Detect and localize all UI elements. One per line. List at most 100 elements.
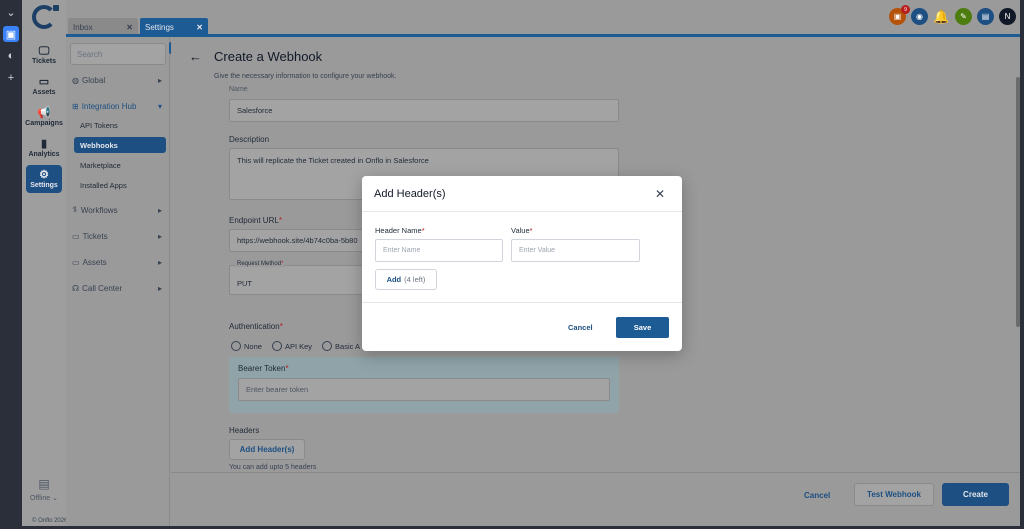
tab-label: Settings	[145, 22, 174, 32]
radio-label: None	[244, 341, 262, 351]
header-name-label: Header Name*	[375, 226, 425, 235]
plus-icon[interactable]: +	[3, 70, 19, 86]
notification-app-icon[interactable]: ▣ 9	[889, 5, 910, 25]
header-name-label-text: Header Name	[375, 226, 422, 235]
chevron-down-icon: ▾	[157, 101, 162, 111]
grid-icon: ⊞	[72, 101, 79, 111]
radio-circle	[322, 341, 333, 351]
group-label: Assets	[82, 257, 107, 267]
bell-icon[interactable]: 🔔	[933, 8, 950, 25]
value-label: Value*	[511, 226, 533, 235]
workflow-icon: ⥮	[72, 205, 78, 214]
radio-none[interactable]: None	[231, 341, 262, 351]
modal-title: Add Header(s)	[374, 188, 446, 200]
chevron-right-icon: ▸	[157, 75, 162, 85]
sidebar-item-api-tokens[interactable]: API Tokens	[74, 117, 166, 133]
monitor-icon: 🖵	[38, 44, 50, 57]
content-scrollbar[interactable]	[1016, 77, 1020, 327]
value-label-text: Value	[511, 226, 530, 235]
app-window-icon[interactable]: ▣	[3, 26, 19, 42]
desktop-icon: ▭	[72, 257, 80, 267]
outer-sidebar: ⌄ ▣ ◐ +	[0, 0, 22, 529]
auth-label-text: Authentication	[229, 322, 280, 331]
onflo-logo	[32, 5, 59, 29]
status-offline[interactable]: ▤ Offline ⌄	[28, 477, 60, 502]
sidebar-group-global[interactable]: ◍ Global ▸	[70, 71, 166, 89]
megaphone-icon: 📢	[37, 106, 51, 119]
chevron-down-icon[interactable]: ⌄	[3, 4, 19, 20]
avatar[interactable]: N	[999, 8, 1016, 25]
chat-status-icon: ▤	[38, 477, 50, 491]
sidebar-item-marketplace[interactable]: Marketplace	[74, 157, 166, 173]
modal-cancel-button[interactable]: Cancel	[568, 323, 593, 332]
sidebar-group-workflows[interactable]: ⥮ Workflows ▸	[70, 201, 166, 219]
settings-sidebar: Search ◍ Global ▸ ⊞ Integration Hub ▾ API …	[66, 37, 170, 526]
required-mark: *	[285, 364, 289, 373]
close-icon[interactable]: ✕	[126, 23, 133, 32]
bot-icon[interactable]: ◉	[911, 8, 928, 25]
search-input[interactable]: Search	[70, 43, 166, 65]
document-icon[interactable]: ▤	[977, 8, 994, 25]
nav-label: Assets	[32, 88, 56, 96]
required-mark: *	[281, 261, 284, 267]
nav-item-analytics[interactable]: ▮ Analytics	[26, 134, 62, 162]
endpoint-label-text: Endpoint URL	[229, 216, 279, 225]
test-webhook-button[interactable]: Test Webhook	[854, 483, 934, 506]
radio-circle	[231, 341, 241, 351]
add-headers-button[interactable]: Add Header(s)	[229, 439, 305, 460]
bar-chart-icon: ▮	[40, 137, 48, 150]
pencil-icon[interactable]: ✎	[955, 8, 972, 25]
bearer-token-input[interactable]: Enter bearer token	[238, 378, 610, 401]
modal-header: Add Header(s) ✕	[362, 176, 682, 212]
nav-item-settings[interactable]: ⚙ Settings	[26, 165, 62, 193]
headset-icon: ☊	[72, 283, 80, 293]
nav-label: Analytics	[28, 150, 60, 158]
group-label: Integration Hub	[81, 101, 137, 111]
modal-save-button[interactable]: Save	[616, 317, 669, 338]
request-method-value: PUT	[237, 278, 252, 288]
form-footer: Cancel Test Webhook Create	[171, 472, 1020, 526]
group-label: Workflows	[80, 205, 118, 215]
desktop-icon: ▭	[38, 75, 50, 88]
radio-label: Basic A	[335, 341, 361, 351]
back-arrow-icon[interactable]: ←	[189, 49, 202, 64]
authentication-label: Authentication*	[229, 322, 283, 331]
page-title: Create a Webhook	[214, 49, 323, 64]
nav-item-campaigns[interactable]: 📢 Campaigns	[25, 103, 63, 131]
sidebar-group-integration-hub[interactable]: ⊞ Integration Hub ▾	[70, 97, 166, 115]
gear-icon: ⚙	[39, 168, 49, 181]
name-label: Name	[229, 86, 248, 93]
close-icon[interactable]: ✕	[655, 187, 665, 201]
radio-basic-auth[interactable]: Basic A	[322, 341, 360, 351]
globe-icon[interactable]: ◐	[3, 48, 19, 64]
add-header-button[interactable]: Add (4 left)	[375, 269, 437, 290]
notification-badge: 9	[901, 5, 910, 14]
header-name-input[interactable]: Enter Name	[375, 239, 503, 262]
name-input[interactable]: Salesforce	[229, 99, 619, 122]
sidebar-item-webhooks[interactable]: Webhooks	[74, 137, 166, 153]
required-mark: *	[279, 322, 283, 331]
create-button[interactable]: Create	[942, 483, 1009, 506]
header-value-input[interactable]: Enter Value	[511, 239, 640, 262]
radio-api-key[interactable]: API Key	[271, 341, 312, 351]
chevron-right-icon: ▸	[157, 205, 162, 215]
bearer-token-label: Bearer Token*	[238, 364, 289, 373]
nav-item-tickets[interactable]: 🖵 Tickets	[26, 41, 62, 69]
sidebar-group-assets[interactable]: ▭ Assets ▸	[70, 253, 166, 271]
sidebar-group-call-center[interactable]: ☊ Call Center ▸	[70, 279, 166, 297]
nav-label: Tickets	[32, 57, 56, 65]
copyright: © Onflo 2026	[32, 518, 68, 524]
tab-label: Inbox	[73, 22, 93, 32]
monitor-icon: ▭	[72, 231, 80, 241]
sidebar-group-tickets[interactable]: ▭ Tickets ▸	[70, 227, 166, 245]
endpoint-label: Endpoint URL*	[229, 216, 282, 225]
page-subtitle: Give the necessary information to config…	[214, 73, 397, 80]
close-icon[interactable]: ✕	[196, 23, 203, 32]
top-icons: ▣ 9 ◉ 🔔 ✎ ▤ N	[889, 5, 1016, 25]
nav-item-assets[interactable]: ▭ Assets	[26, 72, 62, 100]
sidebar-item-installed-apps[interactable]: Installed Apps	[74, 177, 166, 193]
outer-right-border	[1020, 0, 1024, 529]
nav-label: Campaigns	[25, 119, 63, 127]
cancel-button[interactable]: Cancel	[804, 491, 830, 500]
required-mark: *	[278, 216, 282, 225]
